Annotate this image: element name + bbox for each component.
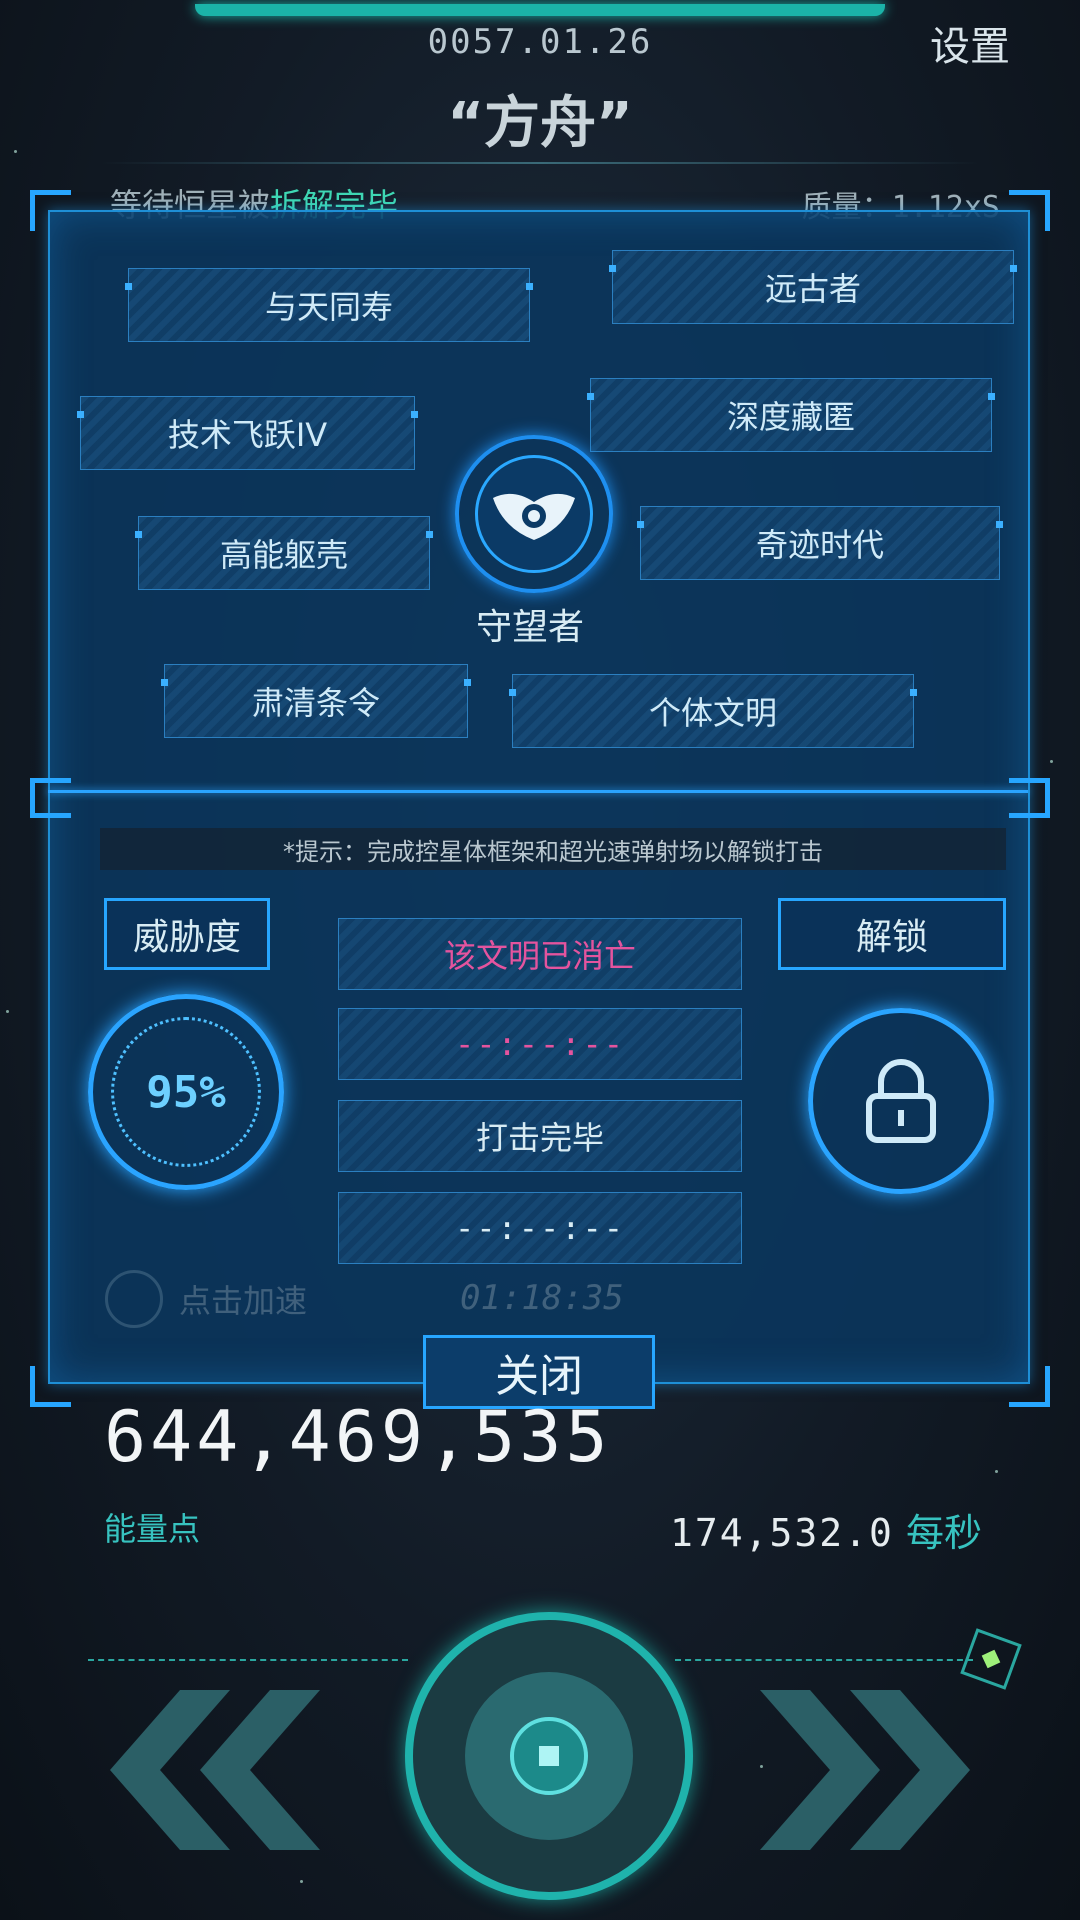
gem-icon[interactable] [960, 1628, 1022, 1690]
rate-unit: 每秒 [905, 1511, 982, 1555]
star [1050, 760, 1053, 763]
energy-rate: 174,532.0 每秒 [670, 1502, 982, 1557]
background-timer: 01:18:35 [460, 1278, 624, 1318]
corner-bracket [30, 1366, 71, 1407]
tech-node-个体文明[interactable]: 个体文明 [509, 674, 917, 748]
unlock-lock-button[interactable] [808, 1008, 994, 1194]
star [995, 1470, 998, 1473]
corner-bracket [1009, 1366, 1050, 1407]
tech-node-肃清条令[interactable]: 肃清条令 [161, 664, 471, 738]
status-slot-extinct: 该文明已消亡 [338, 918, 742, 990]
tech-node-技术飞跃[interactable]: 技术飞跃IV [77, 396, 418, 470]
star [300, 1880, 303, 1883]
game-date: 0057.01.26 [427, 22, 653, 62]
civilization-name: 守望者 [475, 607, 584, 648]
unlock-button[interactable]: 解锁 [778, 898, 1006, 970]
tech-node-与天同寿[interactable]: 与天同寿 [125, 268, 533, 342]
corner-bracket [30, 190, 71, 231]
lock-icon [866, 1059, 936, 1143]
panel-divider [48, 790, 1028, 793]
corner-bracket [1009, 190, 1050, 231]
ship-name: “方舟” [447, 91, 633, 156]
tech-node-远古者[interactable]: 远古者 [609, 250, 1017, 324]
hint-text: *提示：完成控星体框架和超光速弹射场以解锁打击 [100, 828, 1006, 870]
top-frame [0, 0, 1080, 20]
threat-label: 威胁度 [104, 898, 270, 970]
prev-chevron-icon[interactable] [100, 1690, 320, 1850]
watcher-emblem-icon[interactable] [455, 435, 613, 593]
core-ring [465, 1672, 633, 1840]
dashed-line [675, 1659, 973, 1661]
tech-node-深度藏匿[interactable]: 深度藏匿 [587, 378, 995, 452]
star [6, 1010, 9, 1013]
rate-value: 174,532.0 [669, 1511, 894, 1555]
next-chevron-icon[interactable] [760, 1690, 980, 1850]
side-bracket [1009, 778, 1050, 818]
status-slot-timer: --:--:-- [338, 1008, 742, 1080]
speedup-icon [105, 1270, 163, 1328]
dashed-line [88, 1659, 408, 1661]
eye-crest-icon [493, 493, 575, 540]
speedup-button: 点击加速 [105, 1270, 307, 1328]
core-center-icon [510, 1717, 588, 1795]
speedup-label: 点击加速 [179, 1282, 308, 1320]
energy-label: 能量点 [104, 1510, 201, 1548]
status-slot-timer-2: --:--:-- [338, 1192, 742, 1264]
side-bracket [30, 778, 71, 818]
tech-node-高能躯壳[interactable]: 高能躯壳 [135, 516, 433, 590]
threat-gauge: 95% [88, 994, 284, 1190]
status-slot-strike: 打击完毕 [338, 1100, 742, 1172]
core-tap-button[interactable] [405, 1612, 693, 1900]
settings-button[interactable]: 设置 [930, 14, 1010, 72]
energy-value: 644,469,535 [104, 1396, 612, 1478]
header-divider [100, 162, 980, 164]
tech-node-奇迹时代[interactable]: 奇迹时代 [637, 506, 1003, 580]
